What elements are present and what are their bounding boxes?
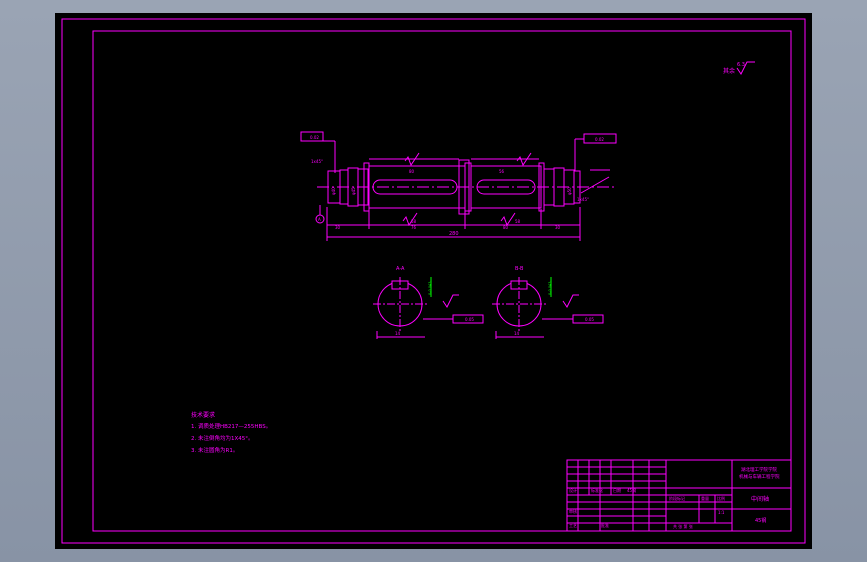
notes-item-2: 2. 未注倒角均为1X45°。 [191,434,254,442]
inner-border [92,30,792,532]
dim-right-2: 58 [515,219,521,224]
dim-right-1: 30 [555,225,561,230]
runout-right-value: 0.02 [595,137,604,142]
notes-item-3: 3. 未注圆角为R1。 [191,446,238,454]
school-line-1: 湖北理工学院学院 [741,466,777,473]
symmetry-tol-a: 0.05 [465,317,474,322]
part-name: 中间轴 [751,495,769,503]
weight-label: 重量 [701,495,709,501]
designer-label: 设计 [569,487,577,493]
diameter-2: φ45 [351,187,356,195]
roughness-note-label: 其余 [723,67,735,75]
roughness-symbol-icon [500,212,516,227]
dim-mid-2: 80 [503,225,509,230]
section-a-label: A-A [396,266,405,272]
standard-label: 标准化 [591,487,603,493]
section-b-view: B-B 14 0-0.043 0.05 [492,266,604,339]
roughness-symbol-icon [562,294,579,308]
runout-left-value: 0.02 [310,135,319,140]
material: 45钢 [627,487,636,493]
shaft-main-view: 280 30 58 76 80 30 58 80 56 φ40 φ45 φ50 … [300,131,617,241]
scale-value: 1:1 [718,510,725,515]
drawing-line [580,176,610,194]
engineering-drawing: 其余 6.3 280 30 58 76 80 30 58 80 56 φ40 φ… [61,18,806,544]
notes-title: 技术要求 [191,411,215,419]
datum-a: A [318,217,321,222]
notes-item-1: 1. 调质处理HB217—255HBS。 [191,422,271,430]
outer-frame [61,18,806,544]
chamfer-left: 1x45° [311,159,323,164]
title-block: 湖北理工学院学院 机械与车辆工程学院 中间轴 45钢 阶段标记 重量 比例 1:… [566,459,792,532]
drawing-number: 45钢 [755,517,766,524]
section-b-keyway-dim: 14 [514,331,520,336]
stage-label: 阶段标记 [669,495,685,501]
checker-label: 审核 [569,508,577,514]
roughness-note: 其余 6.3 [723,61,755,75]
technical-notes: 技术要求 1. 调质处理HB217—255HBS。 2. 未注倒角均为1X45°… [191,411,271,454]
scale-label: 比例 [717,495,725,501]
sheet-count: 共 张 第 张 [673,523,693,529]
dim-mid-1: 76 [411,225,417,230]
keyway-length-2: 56 [499,169,505,174]
dim-left-1: 30 [335,225,341,230]
keyway-length-1: 80 [409,169,415,174]
process-label: 工艺 [569,523,577,528]
chamfer-right: 1x45° [577,197,589,202]
section-b-label: B-B [515,266,524,272]
section-a-keyway-dim: 14 [395,331,401,336]
roughness-note-value: 6.3 [737,62,745,68]
date-label: 日期 [613,487,621,493]
roughness-symbol-icon [442,294,459,308]
symmetry-tol-b: 0.05 [585,317,594,322]
dim-overall-length: 280 [449,231,459,237]
school-line-2: 机械与车辆工程学院 [739,473,780,480]
cad-viewport[interactable]: 其余 6.3 280 30 58 76 80 30 58 80 56 φ40 φ… [55,13,812,549]
diameter-1: φ40 [331,187,336,195]
section-a-view: A-A 14 0-0.043 0.05 [373,266,484,339]
diameter-3: φ50 [567,187,572,195]
approve-label: 批准 [601,522,609,528]
